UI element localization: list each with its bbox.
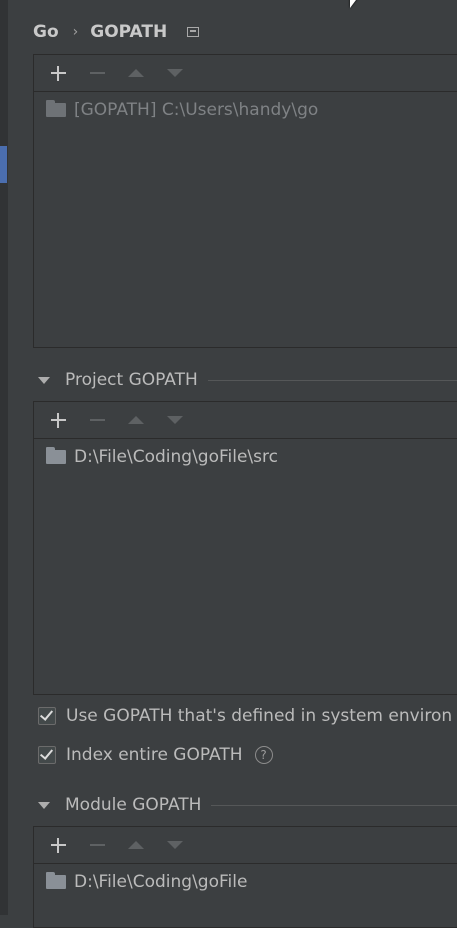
project-scope-icon (187, 27, 200, 37)
add-icon[interactable] (45, 60, 71, 86)
breadcrumb-parent[interactable]: Go (33, 22, 59, 42)
section-divider (207, 379, 457, 381)
collapse-triangle-icon[interactable] (38, 801, 50, 809)
mouse-cursor-icon (350, 0, 359, 8)
list-item[interactable]: [GOPATH] C:\Users\handy\go (34, 92, 457, 128)
page-title: GOPATH (90, 22, 168, 42)
use-system-gopath-checkbox[interactable] (38, 707, 56, 725)
move-up-icon[interactable] (123, 832, 149, 858)
sidebar-selected-indicator (0, 146, 7, 183)
module-gopath-toolbar (34, 827, 457, 864)
global-gopath-panel: [GOPATH] C:\Users\handy\go (33, 54, 457, 348)
list-item-label: D:\File\Coding\goFile\src (74, 447, 278, 467)
project-gopath-toolbar (34, 402, 457, 439)
index-entire-gopath-checkbox[interactable] (38, 746, 56, 764)
move-down-icon[interactable] (162, 60, 188, 86)
breadcrumb-separator-icon: › (72, 24, 79, 40)
add-icon[interactable] (45, 407, 71, 433)
list-item[interactable]: D:\File\Coding\goFile (34, 864, 457, 900)
move-down-icon[interactable] (162, 407, 188, 433)
list-item-label: [GOPATH] C:\Users\handy\go (74, 100, 319, 120)
move-up-icon[interactable] (123, 407, 149, 433)
add-icon[interactable] (45, 832, 71, 858)
list-item[interactable]: D:\File\Coding\goFile\src (34, 439, 457, 475)
section-divider (211, 804, 457, 806)
use-system-gopath-option[interactable]: Use GOPATH that's defined in system envi… (38, 704, 452, 728)
remove-icon[interactable] (84, 407, 110, 433)
folder-icon (46, 100, 66, 117)
move-up-icon[interactable] (123, 60, 149, 86)
section-title: Project GOPATH (65, 370, 198, 390)
list-item-label: D:\File\Coding\goFile (74, 872, 248, 892)
module-gopath-panel: D:\File\Coding\goFile (33, 826, 457, 928)
checkbox-label: Index entire GOPATH (66, 745, 243, 765)
settings-sidebar (0, 0, 8, 915)
collapse-triangle-icon[interactable] (38, 376, 50, 384)
folder-icon (46, 447, 66, 464)
checkbox-label: Use GOPATH that's defined in system envi… (66, 706, 453, 726)
index-entire-gopath-option[interactable]: Index entire GOPATH ? (38, 743, 273, 767)
global-gopath-toolbar (34, 55, 457, 92)
section-title: Module GOPATH (65, 795, 202, 815)
module-gopath-header[interactable]: Module GOPATH (38, 793, 457, 817)
breadcrumb: Go › GOPATH (33, 20, 200, 44)
help-icon[interactable]: ? (254, 746, 273, 764)
project-gopath-panel: D:\File\Coding\goFile\src (33, 401, 457, 695)
remove-icon[interactable] (84, 60, 110, 86)
move-down-icon[interactable] (162, 832, 188, 858)
remove-icon[interactable] (84, 832, 110, 858)
folder-icon (46, 872, 66, 889)
project-gopath-header[interactable]: Project GOPATH (38, 368, 457, 392)
